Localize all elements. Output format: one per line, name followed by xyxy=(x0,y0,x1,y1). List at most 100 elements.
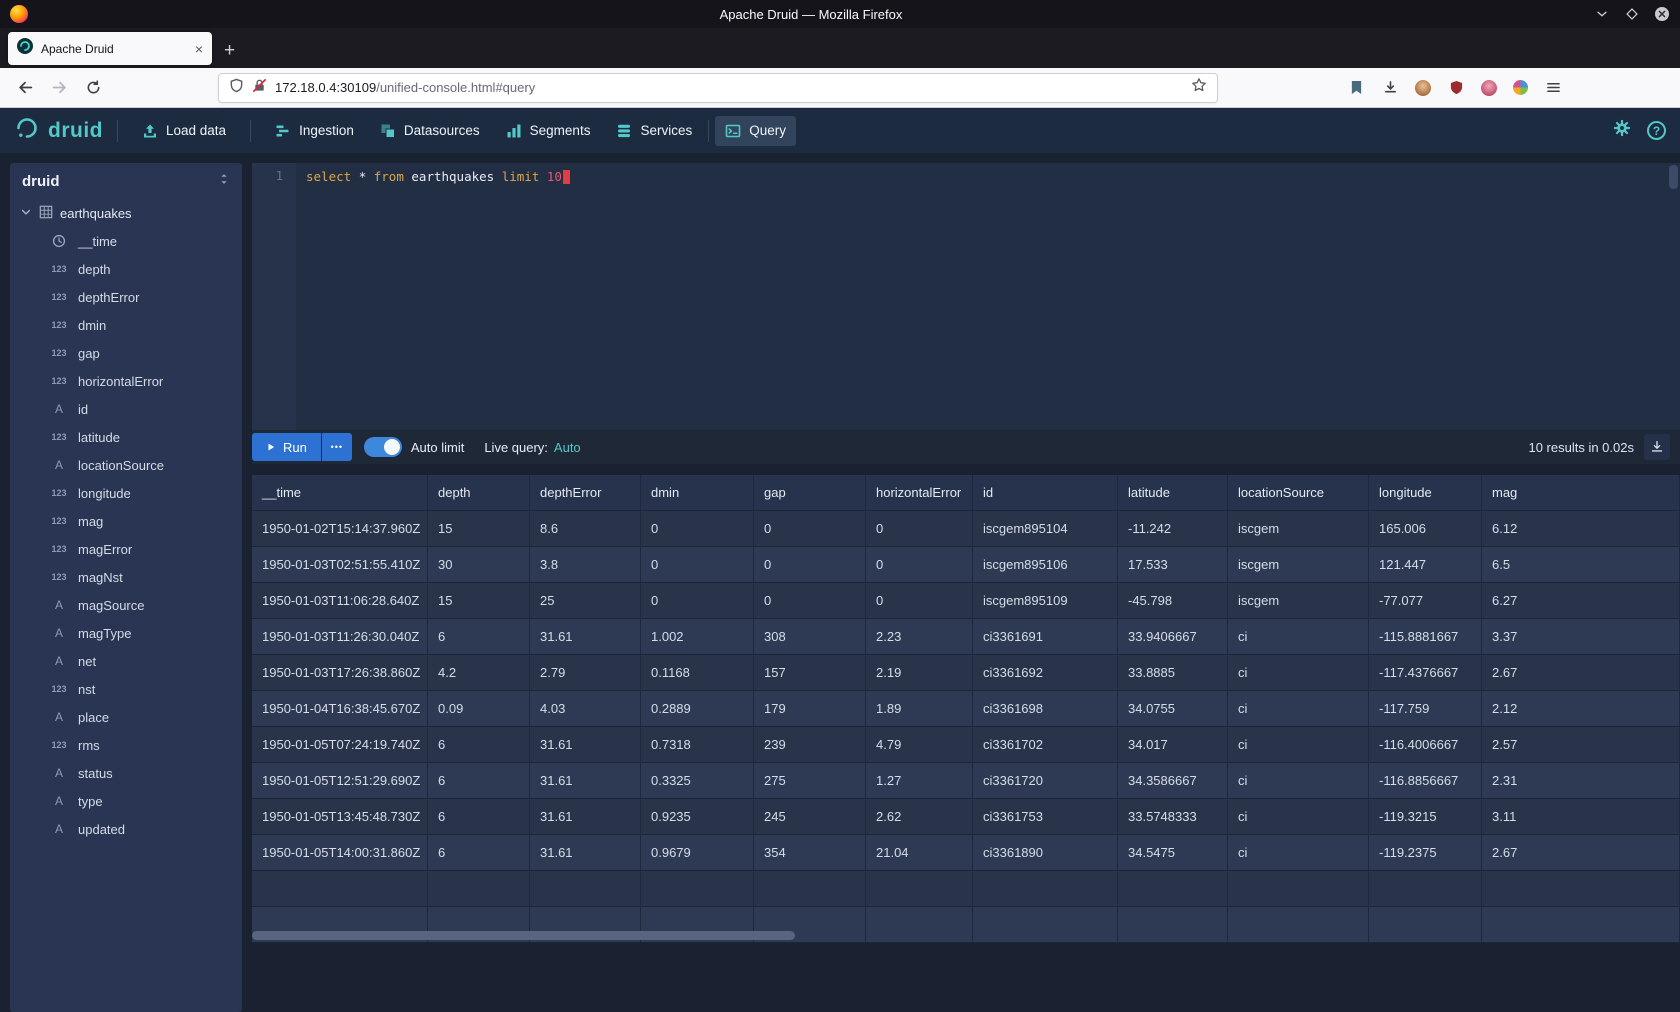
table-cell[interactable]: ci3361702 xyxy=(973,727,1118,763)
table-cell[interactable]: 0 xyxy=(754,583,866,619)
table-cell[interactable]: 1950-01-05T12:51:29.690Z xyxy=(252,763,428,799)
table-cell[interactable]: 2.57 xyxy=(1482,727,1680,763)
table-cell[interactable]: 2.67 xyxy=(1482,655,1680,691)
table-cell[interactable]: 0 xyxy=(866,511,973,547)
table-cell[interactable]: 1950-01-04T16:38:45.670Z xyxy=(252,691,428,727)
url-bar[interactable]: 172.18.0.4:30109/unified-console.html#qu… xyxy=(218,73,1218,103)
forward-icon[interactable] xyxy=(44,73,74,103)
sidebar-column-locationSource[interactable]: AlocationSource xyxy=(10,451,242,479)
table-cell[interactable]: 3.11 xyxy=(1482,799,1680,835)
table-cell[interactable]: 0 xyxy=(754,511,866,547)
sidebar-column-id[interactable]: Aid xyxy=(10,395,242,423)
chevron-down-icon[interactable] xyxy=(20,206,32,221)
help-icon[interactable]: ? xyxy=(1647,121,1666,140)
table-cell[interactable]: ci3361890 xyxy=(973,835,1118,871)
sidebar-column-__time[interactable]: __time xyxy=(10,227,242,255)
table-cell[interactable]: 3.37 xyxy=(1482,619,1680,655)
nav-item-services[interactable]: Services xyxy=(606,116,702,146)
column-header-horizontalError[interactable]: horizontalError xyxy=(866,475,973,511)
table-cell[interactable]: 2.67 xyxy=(1482,835,1680,871)
table-cell[interactable]: -117.759 xyxy=(1369,691,1482,727)
table-cell[interactable]: ci3361720 xyxy=(973,763,1118,799)
table-cell[interactable]: 3.8 xyxy=(530,547,641,583)
sidebar-column-gap[interactable]: 123gap xyxy=(10,339,242,367)
window-close-icon[interactable] xyxy=(1654,6,1670,22)
column-header-depth[interactable]: depth xyxy=(428,475,530,511)
sidebar-column-longitude[interactable]: 123longitude xyxy=(10,479,242,507)
table-cell[interactable]: 33.8885 xyxy=(1118,655,1228,691)
run-more-button[interactable]: ••• xyxy=(322,433,352,461)
table-cell[interactable]: -77.077 xyxy=(1369,583,1482,619)
table-cell[interactable]: -116.4006667 xyxy=(1369,727,1482,763)
reload-icon[interactable] xyxy=(78,73,108,103)
sidebar-column-updated[interactable]: Aupdated xyxy=(10,815,242,843)
table-cell[interactable]: 6 xyxy=(428,763,530,799)
sql-code-line[interactable]: select * from earthquakes limit 10 xyxy=(296,163,570,430)
table-cell[interactable]: iscgem xyxy=(1228,547,1369,583)
adblock-shield-icon[interactable] xyxy=(1447,79,1465,97)
table-cell[interactable]: 15 xyxy=(428,511,530,547)
extension-avatar2-icon[interactable] xyxy=(1481,80,1497,96)
table-cell[interactable]: 0 xyxy=(641,583,754,619)
table-cell[interactable]: 6 xyxy=(428,799,530,835)
sidebar-column-depth[interactable]: 123depth xyxy=(10,255,242,283)
sidebar-column-rms[interactable]: 123rms xyxy=(10,731,242,759)
table-cell[interactable]: 4.2 xyxy=(428,655,530,691)
sidebar-column-net[interactable]: Anet xyxy=(10,647,242,675)
table-cell[interactable]: 2.19 xyxy=(866,655,973,691)
table-cell[interactable]: 6 xyxy=(428,619,530,655)
table-cell[interactable]: 0 xyxy=(866,547,973,583)
extension-pinwheel-icon[interactable] xyxy=(1513,80,1528,95)
table-cell[interactable]: 179 xyxy=(754,691,866,727)
sidebar-column-magError[interactable]: 123magError xyxy=(10,535,242,563)
tab-close-icon[interactable]: × xyxy=(195,42,203,56)
sidebar-column-magNst[interactable]: 123magNst xyxy=(10,563,242,591)
window-maximize-icon[interactable] xyxy=(1624,6,1640,22)
nav-item-load-data[interactable]: Load data xyxy=(132,116,236,146)
table-cell[interactable]: 1950-01-03T11:26:30.040Z xyxy=(252,619,428,655)
table-cell[interactable]: iscgem xyxy=(1228,511,1369,547)
table-cell[interactable]: 0 xyxy=(866,583,973,619)
sidebar-column-dmin[interactable]: 123dmin xyxy=(10,311,242,339)
sidebar-column-mag[interactable]: 123mag xyxy=(10,507,242,535)
column-header-depthError[interactable]: depthError xyxy=(530,475,641,511)
settings-gear-icon[interactable] xyxy=(1613,119,1631,142)
column-header-mag[interactable]: mag xyxy=(1482,475,1680,511)
table-cell[interactable]: 2.23 xyxy=(866,619,973,655)
tracking-shield-icon[interactable] xyxy=(229,78,244,98)
table-cell[interactable]: 8.6 xyxy=(530,511,641,547)
table-cell[interactable]: 1950-01-02T15:14:37.960Z xyxy=(252,511,428,547)
nav-item-segments[interactable]: Segments xyxy=(496,116,601,146)
run-button[interactable]: Run xyxy=(252,433,321,461)
table-cell[interactable]: iscgem895109 xyxy=(973,583,1118,619)
table-cell[interactable]: 2.79 xyxy=(530,655,641,691)
table-cell[interactable]: 239 xyxy=(754,727,866,763)
download-results-button[interactable] xyxy=(1644,434,1670,460)
table-cell[interactable]: 6 xyxy=(428,727,530,763)
column-header-longitude[interactable]: longitude xyxy=(1369,475,1482,511)
table-cell[interactable]: iscgem xyxy=(1228,583,1369,619)
table-cell[interactable]: 354 xyxy=(754,835,866,871)
table-cell[interactable]: ci xyxy=(1228,691,1369,727)
table-cell[interactable]: ci3361698 xyxy=(973,691,1118,727)
nav-item-datasources[interactable]: Datasources xyxy=(370,116,490,146)
column-header-locationSource[interactable]: locationSource xyxy=(1228,475,1369,511)
table-cell[interactable]: 6.27 xyxy=(1482,583,1680,619)
sidebar-column-magSource[interactable]: AmagSource xyxy=(10,591,242,619)
table-cell[interactable]: 1950-01-03T11:06:28.640Z xyxy=(252,583,428,619)
table-cell[interactable]: -11.242 xyxy=(1118,511,1228,547)
table-cell[interactable]: ci xyxy=(1228,655,1369,691)
table-cell[interactable]: 6.12 xyxy=(1482,511,1680,547)
table-cell[interactable]: 1.002 xyxy=(641,619,754,655)
table-cell[interactable]: ci xyxy=(1228,763,1369,799)
table-cell[interactable]: 0 xyxy=(641,511,754,547)
table-cell[interactable]: ci xyxy=(1228,799,1369,835)
nav-item-ingestion[interactable]: Ingestion xyxy=(265,116,364,146)
table-cell[interactable]: ci xyxy=(1228,727,1369,763)
sidebar-column-place[interactable]: Aplace xyxy=(10,703,242,731)
table-cell[interactable]: -117.4376667 xyxy=(1369,655,1482,691)
table-cell[interactable]: 31.61 xyxy=(530,763,641,799)
table-cell[interactable]: 30 xyxy=(428,547,530,583)
nav-item-query[interactable]: Query xyxy=(715,116,796,146)
table-cell[interactable]: 2.12 xyxy=(1482,691,1680,727)
